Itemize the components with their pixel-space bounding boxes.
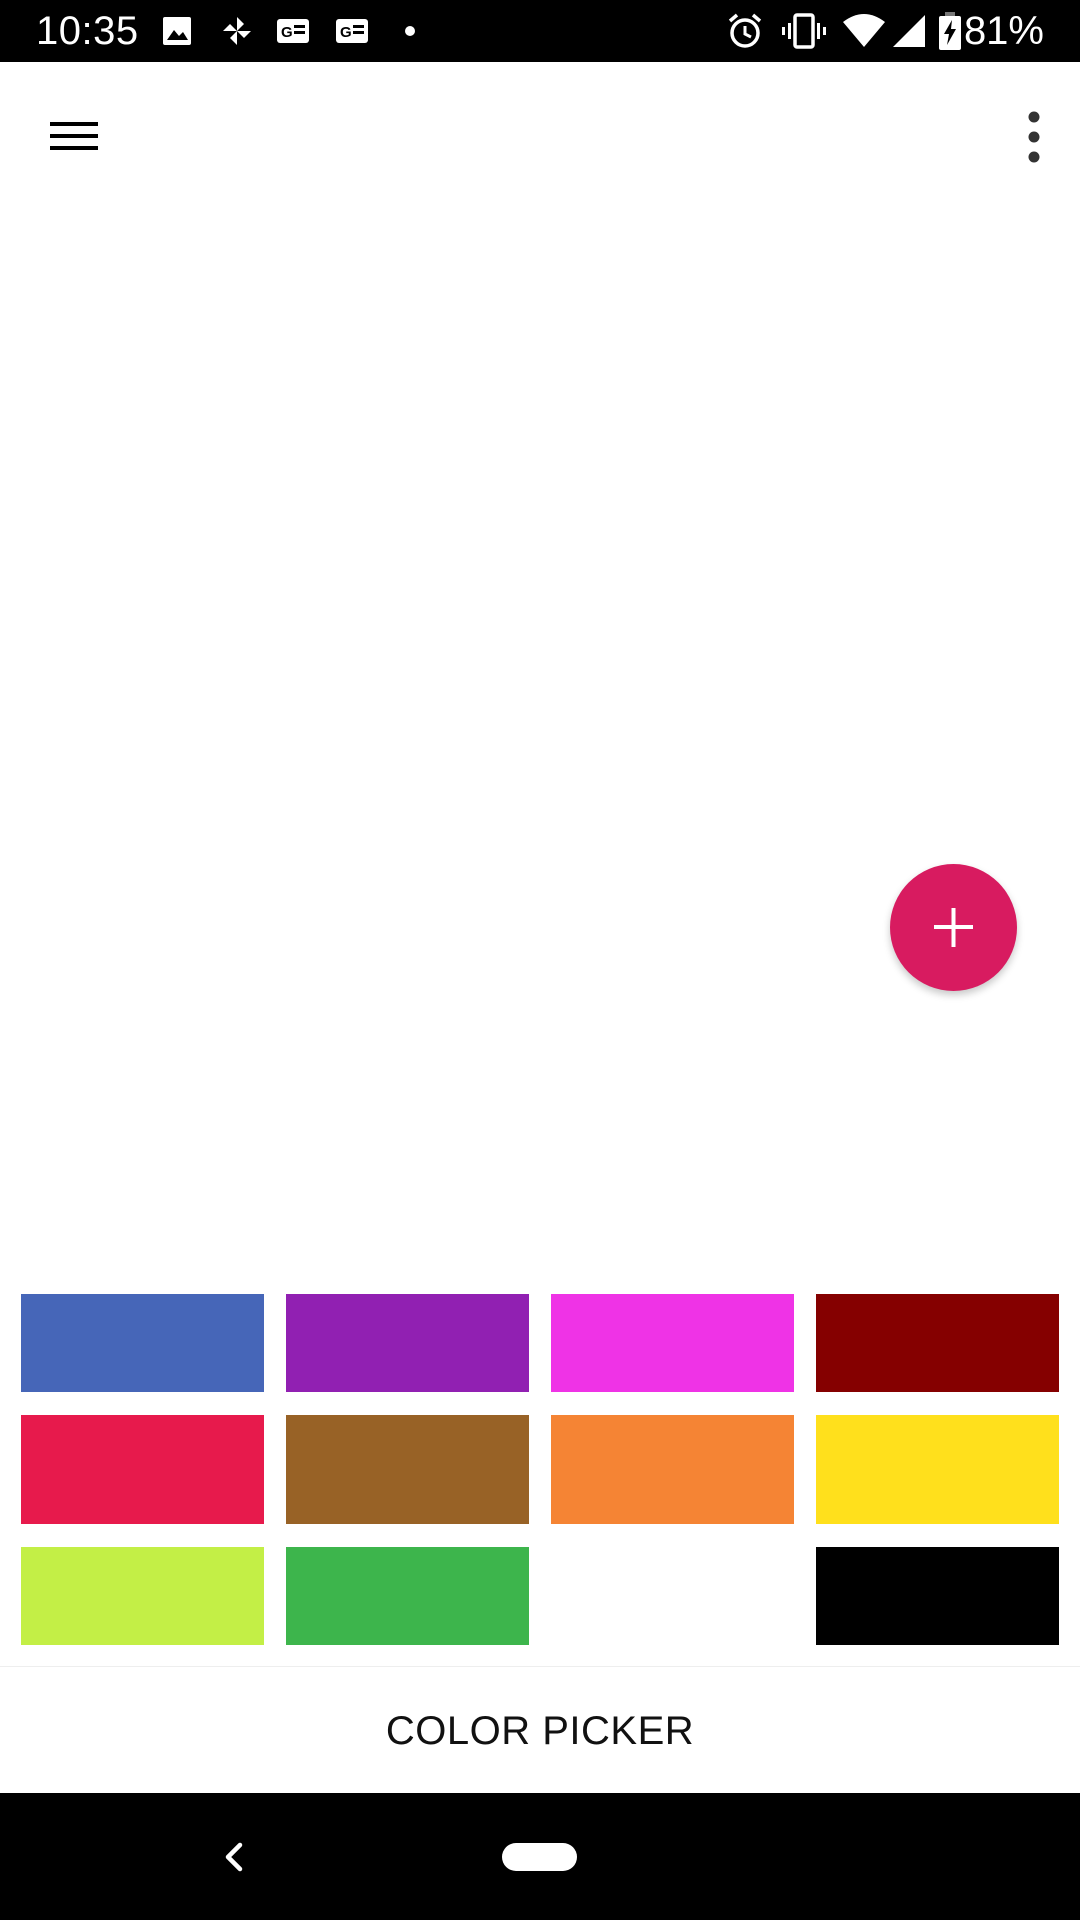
dot-icon bbox=[405, 26, 415, 36]
bottom-bar: COLOR PICKER bbox=[0, 1667, 1080, 1793]
color-swatch[interactable] bbox=[286, 1547, 529, 1645]
battery-percentage: 81% bbox=[963, 9, 1044, 53]
home-pill-icon[interactable] bbox=[502, 1843, 577, 1871]
alarm-icon bbox=[728, 13, 762, 48]
color-swatch[interactable] bbox=[21, 1415, 264, 1524]
svg-text:G: G bbox=[281, 24, 293, 41]
color-picker-button[interactable]: COLOR PICKER bbox=[0, 1707, 1080, 1755]
vibrate-icon bbox=[782, 13, 826, 49]
color-swatch[interactable] bbox=[551, 1547, 794, 1645]
status-time: 10:35 bbox=[36, 9, 139, 53]
color-swatch[interactable] bbox=[551, 1415, 794, 1524]
image-icon bbox=[163, 17, 191, 45]
hamburger-menu-icon bbox=[50, 122, 98, 150]
battery-charging-icon bbox=[939, 12, 961, 50]
news-icon: G bbox=[336, 19, 368, 43]
menu-button[interactable] bbox=[38, 108, 110, 164]
color-swatch[interactable] bbox=[286, 1415, 529, 1524]
color-swatch[interactable] bbox=[816, 1294, 1059, 1392]
back-chevron-icon[interactable] bbox=[206, 1825, 262, 1889]
color-swatch[interactable] bbox=[816, 1415, 1059, 1524]
svg-text:G: G bbox=[340, 24, 352, 41]
plus-icon bbox=[934, 908, 973, 947]
wifi-icon bbox=[843, 14, 885, 47]
news-icon: G bbox=[277, 19, 309, 43]
color-swatch[interactable] bbox=[21, 1294, 264, 1392]
app-bar bbox=[0, 62, 1080, 212]
signal-icon bbox=[893, 15, 925, 47]
more-vert-icon bbox=[1028, 111, 1040, 163]
pinwheel-icon bbox=[223, 17, 251, 45]
color-swatch[interactable] bbox=[21, 1547, 264, 1645]
navigation-bar bbox=[0, 1793, 1080, 1920]
color-swatch[interactable] bbox=[551, 1294, 794, 1392]
status-bar: 10:35 G G 81% bbox=[0, 0, 1080, 62]
more-options-button[interactable] bbox=[996, 102, 1064, 172]
color-swatch[interactable] bbox=[816, 1547, 1059, 1645]
color-picker-screen: 10:35 G G 81% COLOR PICKER bbox=[0, 0, 1080, 1920]
add-fab-button[interactable] bbox=[890, 864, 1017, 991]
color-swatch[interactable] bbox=[286, 1294, 529, 1392]
